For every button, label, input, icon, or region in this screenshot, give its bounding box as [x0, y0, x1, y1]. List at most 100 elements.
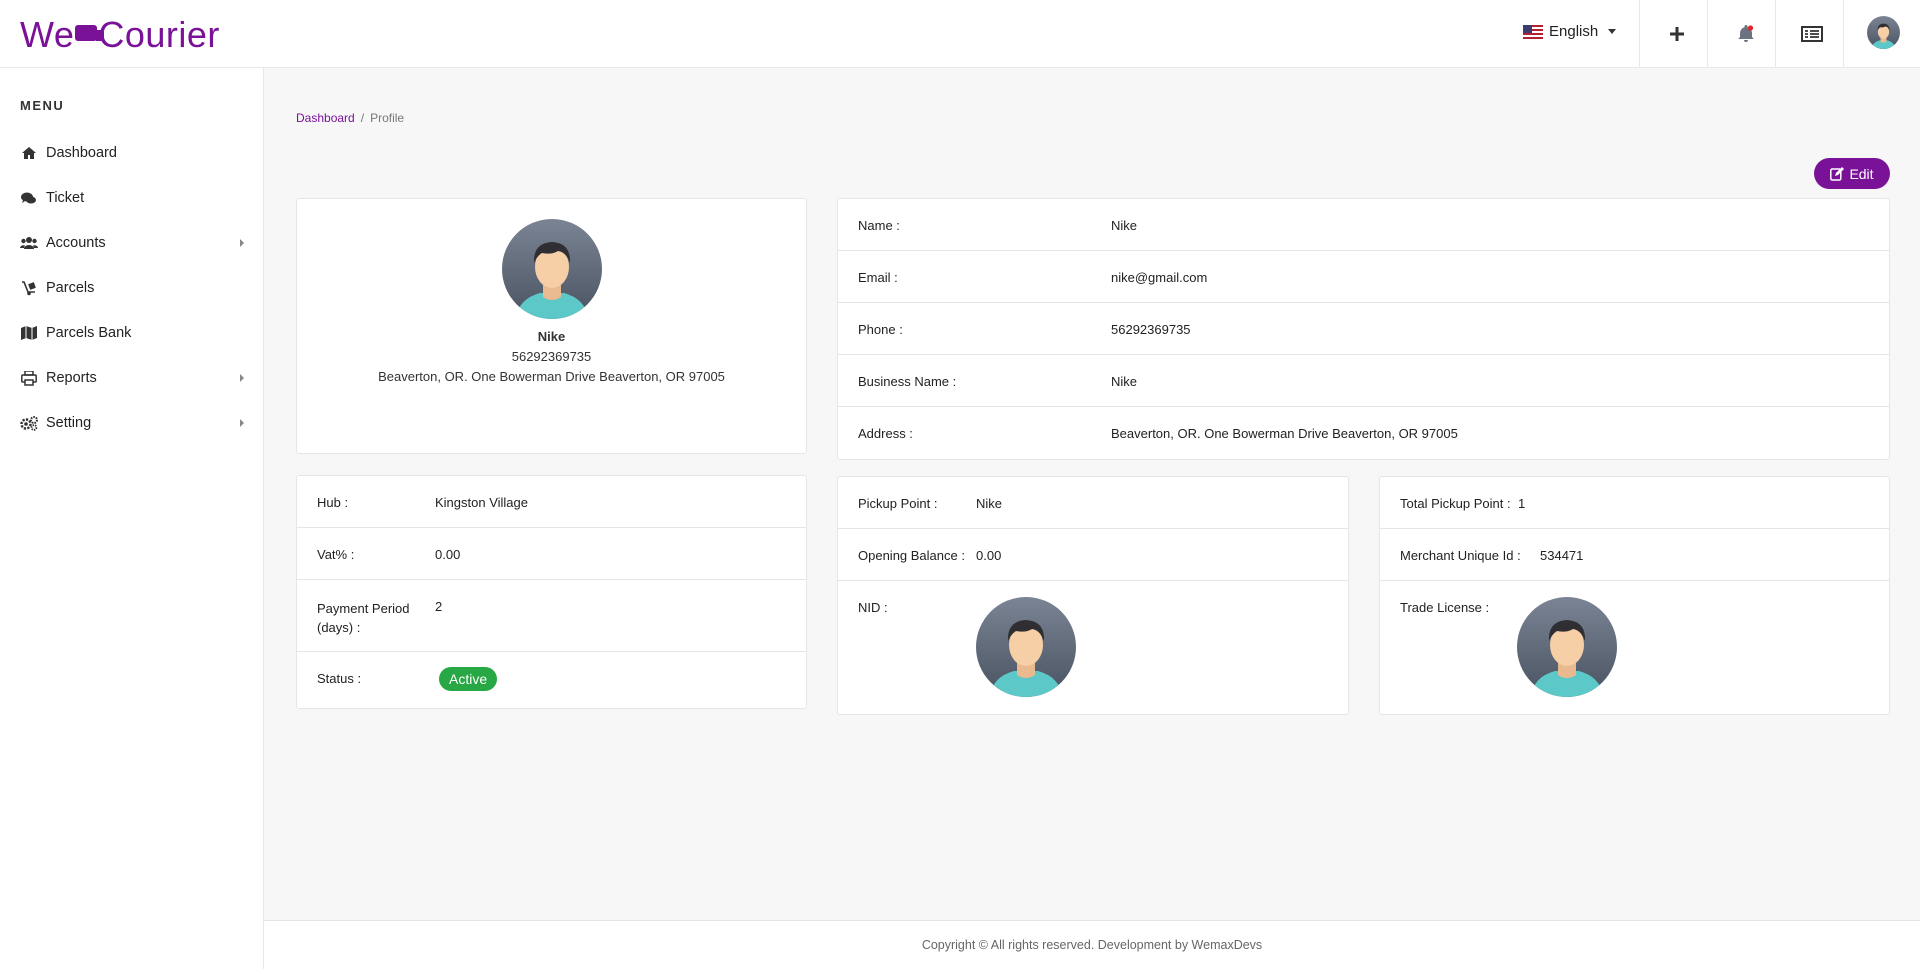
- total-pickup-row: Total Pickup Point : 1: [1380, 477, 1889, 529]
- language-label: English: [1549, 23, 1599, 40]
- merchant-unique-id-label: Merchant Unique Id :: [1400, 548, 1521, 563]
- footer-copyright: Copyright © All rights reserved. Develop…: [921, 938, 1263, 952]
- sidebar-item-label: Parcels: [46, 280, 95, 296]
- edit-icon: [1830, 166, 1845, 181]
- chevron-right-icon: [240, 374, 244, 382]
- pickup-card: Pickup Point : Nike Opening Balance : 0.…: [837, 476, 1349, 715]
- opening-balance-label: Opening Balance :: [858, 548, 965, 563]
- profile-avatar: [502, 219, 602, 319]
- logo-text-courier: Courier: [98, 14, 220, 55]
- detail-row-phone: Phone : 56292369735: [838, 303, 1889, 355]
- sidebar-item-label: Ticket: [46, 190, 85, 206]
- map-icon: [20, 325, 38, 341]
- breadcrumb: Dashboard / Profile: [296, 111, 404, 125]
- dolly-icon: [20, 280, 38, 296]
- sidebar-item-reports[interactable]: Reports: [20, 363, 244, 393]
- status-label: Status :: [317, 671, 362, 686]
- opening-balance-row: Opening Balance : 0.00: [838, 529, 1348, 581]
- hub-value: Kingston Village: [435, 495, 528, 510]
- bell-icon[interactable]: [1732, 20, 1760, 48]
- edit-button-label: Edit: [1849, 165, 1874, 182]
- edit-button[interactable]: Edit: [1814, 158, 1890, 189]
- logo-text-we: We: [20, 14, 75, 55]
- detail-row-email: Email : nike@gmail.com: [838, 251, 1889, 303]
- sidebar-item-setting[interactable]: Setting: [20, 408, 244, 438]
- detail-row-name: Name : Nike: [838, 199, 1889, 251]
- phone-label: Phone :: [858, 322, 903, 337]
- footer: Copyright © All rights reserved. Develop…: [264, 920, 1920, 969]
- sidebar-item-label: Setting: [46, 415, 92, 431]
- cogs-icon: [20, 415, 38, 431]
- payment-period-label-line1: Payment Period: [317, 601, 410, 616]
- us-flag-icon: [1523, 24, 1543, 39]
- sidebar-item-parcels-bank[interactable]: Parcels Bank: [20, 318, 244, 348]
- pickup-point-value: Nike: [976, 496, 1003, 511]
- profile-phone: 56292369735: [511, 349, 592, 364]
- name-label: Name :: [858, 218, 900, 233]
- total-pickup-label: Total Pickup Point :: [1400, 496, 1511, 511]
- status-row: Status : Active: [297, 652, 806, 708]
- name-value: Nike: [1111, 218, 1138, 233]
- payment-period-label: Payment Period (days) :: [317, 599, 410, 637]
- payment-period-label-line2: (days) :: [317, 620, 361, 635]
- comments-icon: [20, 190, 38, 206]
- trade-license-label: Trade License :: [1400, 600, 1490, 615]
- pickup-point-label: Pickup Point :: [858, 496, 938, 511]
- sidebar: MENU Dashboard Ticket Accounts Parcels P…: [0, 68, 264, 969]
- chevron-right-icon: [240, 419, 244, 427]
- business-name-label: Business Name :: [858, 374, 957, 389]
- vat-row: Vat% : 0.00: [297, 528, 806, 580]
- brand-logo[interactable]: We Courier: [20, 14, 220, 56]
- breadcrumb-current: Profile: [370, 111, 405, 125]
- phone-value: 56292369735: [1111, 322, 1191, 337]
- detail-row-address: Address : Beaverton, OR. One Bowerman Dr…: [838, 407, 1889, 459]
- sidebar-item-label: Accounts: [46, 235, 106, 251]
- header-divider: [1775, 0, 1776, 68]
- sidebar-item-parcels[interactable]: Parcels: [20, 273, 244, 303]
- user-avatar[interactable]: [1867, 16, 1900, 49]
- sidebar-item-label: Dashboard: [46, 145, 117, 161]
- detail-row-business: Business Name : Nike: [838, 355, 1889, 407]
- sidebar-item-label: Reports: [46, 370, 97, 386]
- hub-card: Hub : Kingston Village Vat% : 0.00 Payme…: [296, 475, 807, 709]
- vat-value: 0.00: [435, 547, 461, 562]
- nid-label: NID :: [858, 600, 888, 615]
- breadcrumb-dashboard-link[interactable]: Dashboard: [296, 111, 355, 125]
- list-icon[interactable]: [1798, 20, 1826, 48]
- header-divider: [1843, 0, 1844, 68]
- merchant-unique-id-row: Merchant Unique Id : 534471: [1380, 529, 1889, 581]
- opening-balance-value: 0.00: [976, 548, 1002, 563]
- email-value: nike@gmail.com: [1111, 270, 1208, 285]
- menu-title: MENU: [20, 98, 65, 113]
- top-header: We Courier English: [0, 0, 1920, 68]
- chevron-right-icon: [240, 239, 244, 247]
- nid-image[interactable]: [976, 597, 1076, 697]
- plus-icon[interactable]: [1663, 20, 1691, 48]
- header-divider: [1639, 0, 1640, 68]
- sidebar-item-label: Parcels Bank: [46, 325, 132, 341]
- trade-license-image[interactable]: [1517, 597, 1617, 697]
- sidebar-item-ticket[interactable]: Ticket: [20, 183, 244, 213]
- vat-label: Vat% :: [317, 547, 355, 562]
- email-label: Email :: [858, 270, 898, 285]
- hub-row: Hub : Kingston Village: [297, 476, 806, 528]
- address-value: Beaverton, OR. One Bowerman Drive Beaver…: [1111, 426, 1458, 441]
- details-card: Name : Nike Email : nike@gmail.com Phone…: [837, 198, 1890, 460]
- status-badge: Active: [439, 667, 498, 691]
- profile-address: Beaverton, OR. One Bowerman Drive Beaver…: [378, 369, 725, 384]
- trade-license-row: Trade License :: [1380, 581, 1889, 714]
- payment-period-row: Payment Period (days) : 2: [297, 580, 806, 652]
- language-selector[interactable]: English: [1523, 23, 1617, 40]
- header-divider: [1707, 0, 1708, 68]
- home-icon: [20, 145, 38, 161]
- payment-period-value: 2: [435, 599, 443, 614]
- sidebar-item-dashboard[interactable]: Dashboard: [20, 138, 244, 168]
- pickup-point-row: Pickup Point : Nike: [838, 477, 1348, 529]
- sidebar-item-accounts[interactable]: Accounts: [20, 228, 244, 258]
- truck-icon: [75, 25, 105, 41]
- address-label: Address :: [858, 426, 913, 441]
- print-icon: [20, 370, 38, 386]
- breadcrumb-separator: /: [360, 111, 365, 125]
- merchant-card: Total Pickup Point : 1 Merchant Unique I…: [1379, 476, 1890, 715]
- hub-label: Hub :: [317, 495, 349, 510]
